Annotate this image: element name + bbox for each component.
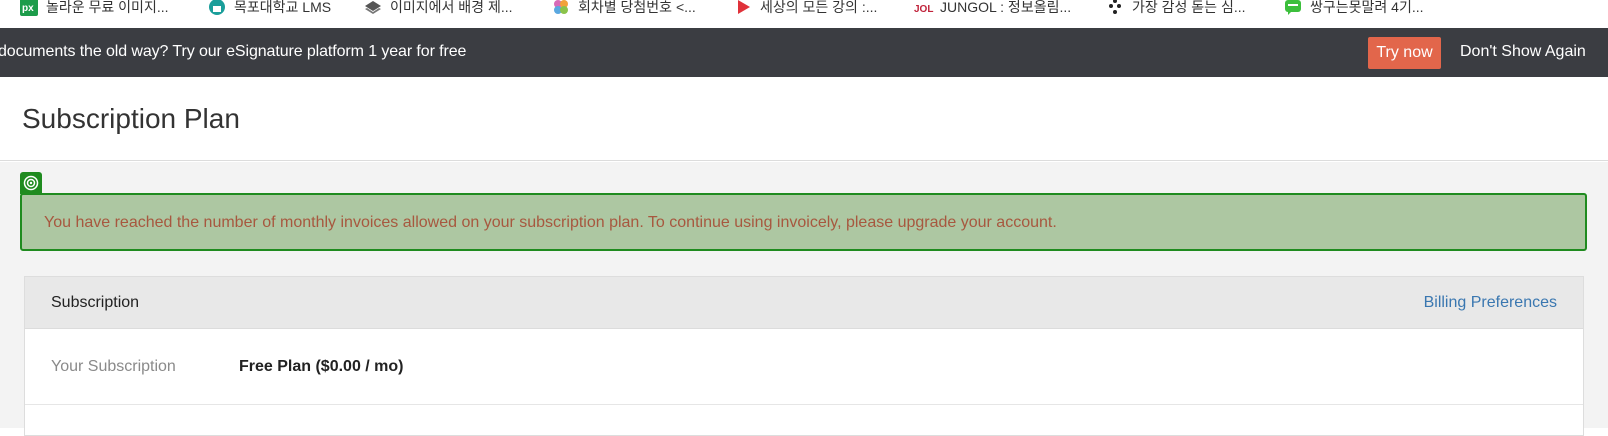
your-subscription-label: Your Subscription bbox=[51, 358, 176, 375]
subscription-panel-header: Subscription Billing Preferences bbox=[25, 277, 1583, 329]
layers-icon bbox=[364, 0, 382, 16]
bookmark-item[interactable]: 가장 감성 돋는 심... bbox=[1106, 0, 1246, 18]
bookmark-label: 이미지에서 배경 제... bbox=[390, 0, 513, 15]
bookmark-label: 회차별 당첨번호 <... bbox=[578, 0, 696, 15]
page-header: Subscription Plan bbox=[0, 77, 1608, 161]
billing-preferences-link[interactable]: Billing Preferences bbox=[1424, 294, 1557, 312]
your-subscription-value: Free Plan ($0.00 / mo) bbox=[239, 358, 404, 375]
page-title: Subscription Plan bbox=[22, 103, 240, 134]
bookmark-item[interactable]: JOL JUNGOL : 정보올림... bbox=[914, 0, 1071, 18]
subscription-panel: Subscription Billing Preferences Your Su… bbox=[24, 276, 1584, 436]
promo-banner: documents the old way? Try our eSignatur… bbox=[0, 28, 1608, 77]
dots-icon bbox=[1106, 0, 1124, 16]
bookmark-label: 세상의 모든 강의 :... bbox=[760, 0, 878, 15]
alert-message: You have reached the number of monthly i… bbox=[44, 214, 1057, 231]
bookmark-item[interactable]: 쌍구는못말려 4기... bbox=[1284, 0, 1424, 18]
promo-text: documents the old way? Try our eSignatur… bbox=[0, 43, 467, 60]
bookmark-item[interactable]: px 놀라운 무료 이미지... bbox=[20, 0, 169, 18]
subscription-row: Your Subscription Free Plan ($0.00 / mo) bbox=[25, 329, 1583, 405]
bookmark-item[interactable]: 이미지에서 배경 제... bbox=[364, 0, 513, 18]
bookmark-label: JUNGOL : 정보올림... bbox=[940, 0, 1072, 15]
upgrade-alert: You have reached the number of monthly i… bbox=[20, 193, 1587, 251]
bookmarks-bar: px 놀라운 무료 이미지... 목포대학교 LMS 이미지에서 배경 제...… bbox=[0, 0, 1608, 28]
svg-text:px: px bbox=[22, 3, 34, 14]
bookmark-item[interactable]: 세상의 모든 강의 :... bbox=[734, 0, 877, 18]
bookmark-label: 쌍구는못말려 4기... bbox=[1310, 0, 1424, 15]
svg-text:JOL: JOL bbox=[914, 4, 933, 15]
target-icon bbox=[20, 172, 42, 194]
bookmark-item[interactable]: 회차별 당첨번호 <... bbox=[552, 0, 696, 18]
px-icon: px bbox=[20, 0, 38, 16]
subscription-heading: Subscription bbox=[51, 294, 140, 311]
pinwheel-icon bbox=[552, 0, 570, 16]
jol-icon: JOL bbox=[914, 0, 933, 16]
bookmark-item[interactable]: 목포대학교 LMS bbox=[208, 0, 331, 18]
dont-show-again-link[interactable]: Don't Show Again bbox=[1460, 43, 1586, 61]
try-now-button[interactable]: Try now bbox=[1368, 37, 1441, 69]
play-icon bbox=[734, 0, 752, 16]
bookmark-label: 가장 감성 돋는 심... bbox=[1132, 0, 1246, 15]
bookmark-label: 놀라운 무료 이미지... bbox=[46, 0, 169, 15]
chat-icon bbox=[1284, 0, 1302, 16]
bookmark-label: 목포대학교 LMS bbox=[234, 0, 332, 15]
lms-icon bbox=[208, 0, 226, 16]
